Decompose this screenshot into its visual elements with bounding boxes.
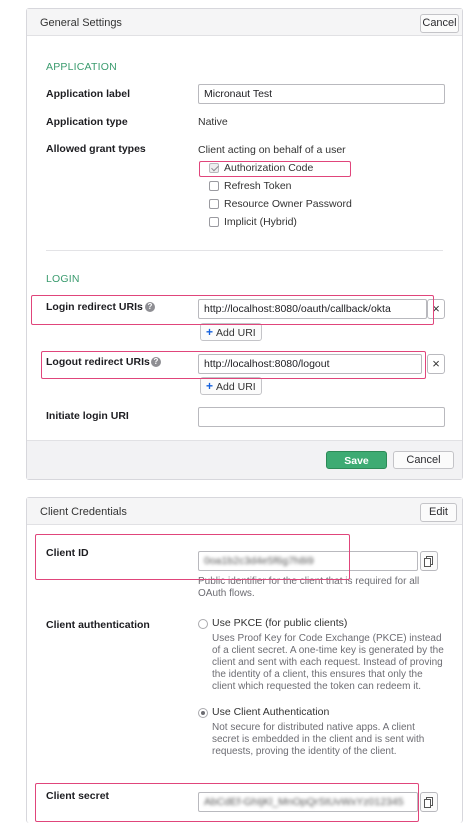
client-secret-label: Client secret bbox=[46, 790, 110, 802]
checkbox-icon[interactable] bbox=[209, 199, 219, 209]
grant-types-subtitle: Client acting on behalf of a user bbox=[198, 144, 346, 156]
grant-option-label: Implicit (Hybrid) bbox=[224, 216, 297, 228]
checkbox-checked-icon[interactable] bbox=[209, 163, 219, 173]
checkbox-icon[interactable] bbox=[209, 181, 219, 191]
application-label-label: Application label bbox=[46, 88, 131, 100]
checkbox-icon[interactable] bbox=[209, 217, 219, 227]
client-id-help-text: Public identifier for the client that is… bbox=[198, 576, 420, 599]
client-secret-value: AbCdEf-GhIjKl_MnOpQrStUvWxYz012345 bbox=[204, 796, 404, 808]
general-settings-header: General Settings Cancel bbox=[27, 9, 462, 36]
plus-icon: + bbox=[206, 325, 214, 339]
client-authentication-label: Client authentication bbox=[46, 619, 150, 631]
logout-redirect-input[interactable]: http://localhost:8080/logout bbox=[198, 354, 422, 374]
pkce-option-label[interactable]: Use PKCE (for public clients) bbox=[212, 617, 347, 629]
radio-icon[interactable] bbox=[198, 619, 208, 629]
application-heading: APPLICATION bbox=[46, 61, 117, 73]
application-type-label: Application type bbox=[46, 116, 128, 128]
initiate-login-label: Initiate login URI bbox=[46, 410, 129, 422]
client-credentials-panel: Client Credentials Edit Client ID 0oa1b2… bbox=[26, 497, 463, 823]
general-settings-panel: General Settings Cancel APPLICATION Appl… bbox=[26, 8, 463, 480]
copy-icon bbox=[424, 799, 431, 808]
client-auth-option-description: Not secure for distributed native apps. … bbox=[212, 722, 425, 757]
client-id-label: Client ID bbox=[46, 547, 89, 559]
add-uri-label: Add URI bbox=[216, 327, 256, 339]
edit-button[interactable]: Edit bbox=[420, 503, 457, 522]
grant-option-label: Refresh Token bbox=[224, 180, 292, 192]
remove-login-uri-button[interactable]: × bbox=[427, 299, 445, 319]
copy-icon bbox=[424, 558, 431, 567]
save-button[interactable]: Save bbox=[326, 451, 387, 469]
copy-client-secret-button[interactable] bbox=[420, 792, 438, 812]
general-settings-title: General Settings bbox=[40, 17, 122, 29]
copy-client-id-button[interactable] bbox=[420, 551, 438, 571]
add-uri-label: Add URI bbox=[216, 381, 256, 393]
cancel-button[interactable]: Cancel bbox=[420, 14, 459, 33]
grant-option-label: Resource Owner Password bbox=[224, 198, 352, 210]
radio-selected-icon[interactable] bbox=[198, 708, 208, 718]
remove-logout-uri-button[interactable]: × bbox=[427, 354, 445, 374]
help-icon[interactable]: ? bbox=[145, 302, 155, 312]
application-type-value: Native bbox=[198, 116, 228, 128]
pkce-option-description: Uses Proof Key for Code Exchange (PKCE) … bbox=[212, 633, 444, 692]
footer-cancel-button[interactable]: Cancel bbox=[393, 451, 454, 469]
client-credentials-title: Client Credentials bbox=[40, 506, 127, 518]
client-secret-input[interactable]: AbCdEf-GhIjKl_MnOpQrStUvWxYz012345 bbox=[198, 792, 418, 812]
client-id-value: 0oa1b2c3d4e5f6g7h8i9 bbox=[204, 555, 314, 567]
login-redirect-input[interactable]: http://localhost:8080/oauth/callback/okt… bbox=[198, 299, 427, 319]
add-logout-uri-button[interactable]: + Add URI bbox=[200, 377, 262, 395]
section-divider bbox=[46, 250, 443, 251]
grant-option-label: Authorization Code bbox=[224, 162, 314, 174]
client-credentials-header: Client Credentials Edit bbox=[27, 498, 462, 525]
client-auth-option-label[interactable]: Use Client Authentication bbox=[212, 706, 329, 718]
general-settings-footer: Save Cancel bbox=[27, 440, 462, 479]
add-login-uri-button[interactable]: + Add URI bbox=[200, 323, 262, 341]
help-icon[interactable]: ? bbox=[151, 357, 161, 367]
login-heading: LOGIN bbox=[46, 273, 80, 285]
application-label-input[interactable]: Micronaut Test bbox=[198, 84, 445, 104]
initiate-login-input[interactable] bbox=[198, 407, 445, 427]
grant-types-label: Allowed grant types bbox=[46, 143, 146, 155]
logout-redirect-label: Logout redirect URIs bbox=[46, 356, 150, 368]
login-redirect-label: Login redirect URIs bbox=[46, 301, 143, 313]
client-id-input[interactable]: 0oa1b2c3d4e5f6g7h8i9 bbox=[198, 551, 418, 571]
plus-icon: + bbox=[206, 379, 214, 393]
